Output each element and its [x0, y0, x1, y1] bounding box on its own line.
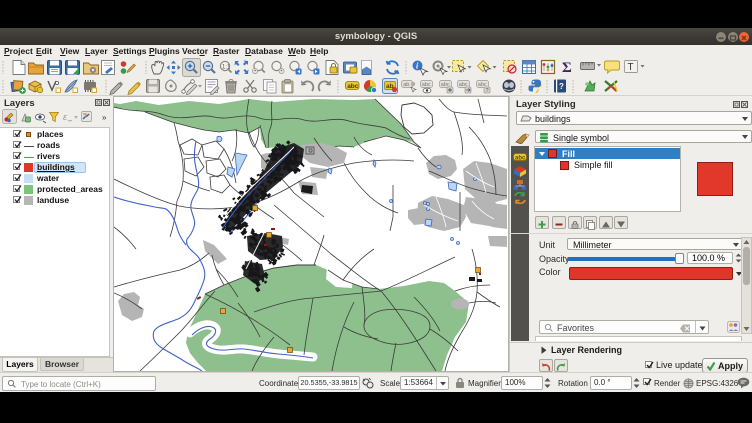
svg-text:?: ?	[486, 88, 489, 94]
svg-text:ab: ab	[403, 82, 409, 88]
svg-text:T: T	[628, 62, 634, 73]
svg-text:abc: abc	[422, 82, 431, 88]
svg-text:»: »	[102, 113, 107, 122]
svg-text:Σ: Σ	[562, 60, 572, 76]
svg-text:?: ?	[559, 82, 564, 91]
svg-text:abc: abc	[347, 83, 359, 90]
svg-text:ε: ε	[63, 112, 68, 122]
svg-text:abc: abc	[515, 156, 526, 162]
